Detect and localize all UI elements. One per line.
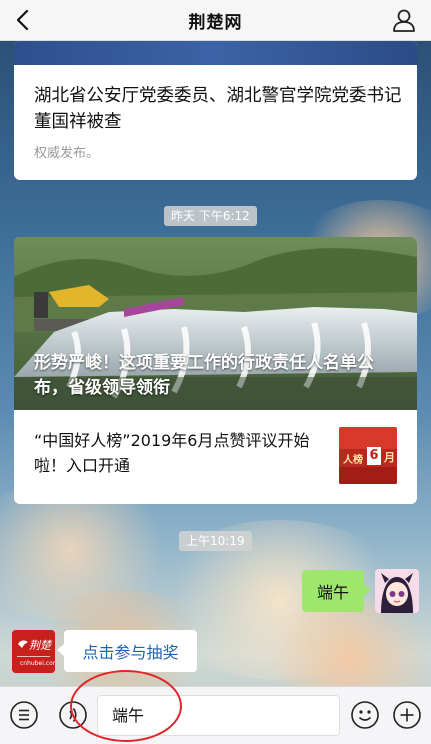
sender-logo[interactable]: 荆楚 cnhubei.com xyxy=(12,630,55,673)
article-source: 权威发布。 xyxy=(34,146,100,161)
svg-text:cnhubei.com: cnhubei.com xyxy=(20,660,55,667)
emoji-icon[interactable] xyxy=(350,700,380,730)
message-input-bar: 端午 xyxy=(0,686,431,744)
article-thumbnail: 人榜 6 月 xyxy=(339,427,397,484)
article-title: 湖北省公安厅党委委员、湖北警官学院党委书记董国祥被查 xyxy=(34,86,402,132)
article-item-title[interactable]: “中国好人榜”2019年6月点赞评议开始啦！入口开通 xyxy=(34,428,324,478)
article-card-2[interactable]: 形势严峻！这项重要工作的行政责任人名单公布，省级领导领衔 “中国好人榜”2019… xyxy=(14,237,417,504)
person-icon[interactable] xyxy=(391,7,417,33)
svg-text:荆楚: 荆楚 xyxy=(29,639,53,652)
thumb-text: 人榜 xyxy=(343,455,363,466)
article-image-strip xyxy=(14,41,417,65)
annotation-circle xyxy=(70,670,182,742)
received-link-bubble[interactable]: 点击参与抽奖 xyxy=(57,630,197,672)
plus-circle-icon[interactable] xyxy=(392,700,422,730)
timestamp: 昨天 下午6:12 xyxy=(164,206,257,226)
sent-message-bubble[interactable]: 端午 xyxy=(302,570,371,612)
hero-article-title: 形势严峻！这项重要工作的行政责任人名单公布，省级领导领衔 xyxy=(34,353,374,398)
article-card-1[interactable]: 湖北省公安厅党委委员、湖北警官学院党委书记董国祥被查 权威发布。 xyxy=(14,41,417,180)
thumb-number: 6 xyxy=(367,447,381,465)
avatar[interactable] xyxy=(375,569,419,613)
list-menu-icon[interactable] xyxy=(9,700,39,730)
top-navigation-bar: 荆楚网 xyxy=(0,0,431,41)
page-title: 荆楚网 xyxy=(188,12,243,33)
timestamp: 上午10:19 xyxy=(179,531,252,551)
chevron-left-icon[interactable] xyxy=(10,6,38,34)
thumb-month: 月 xyxy=(384,451,395,464)
